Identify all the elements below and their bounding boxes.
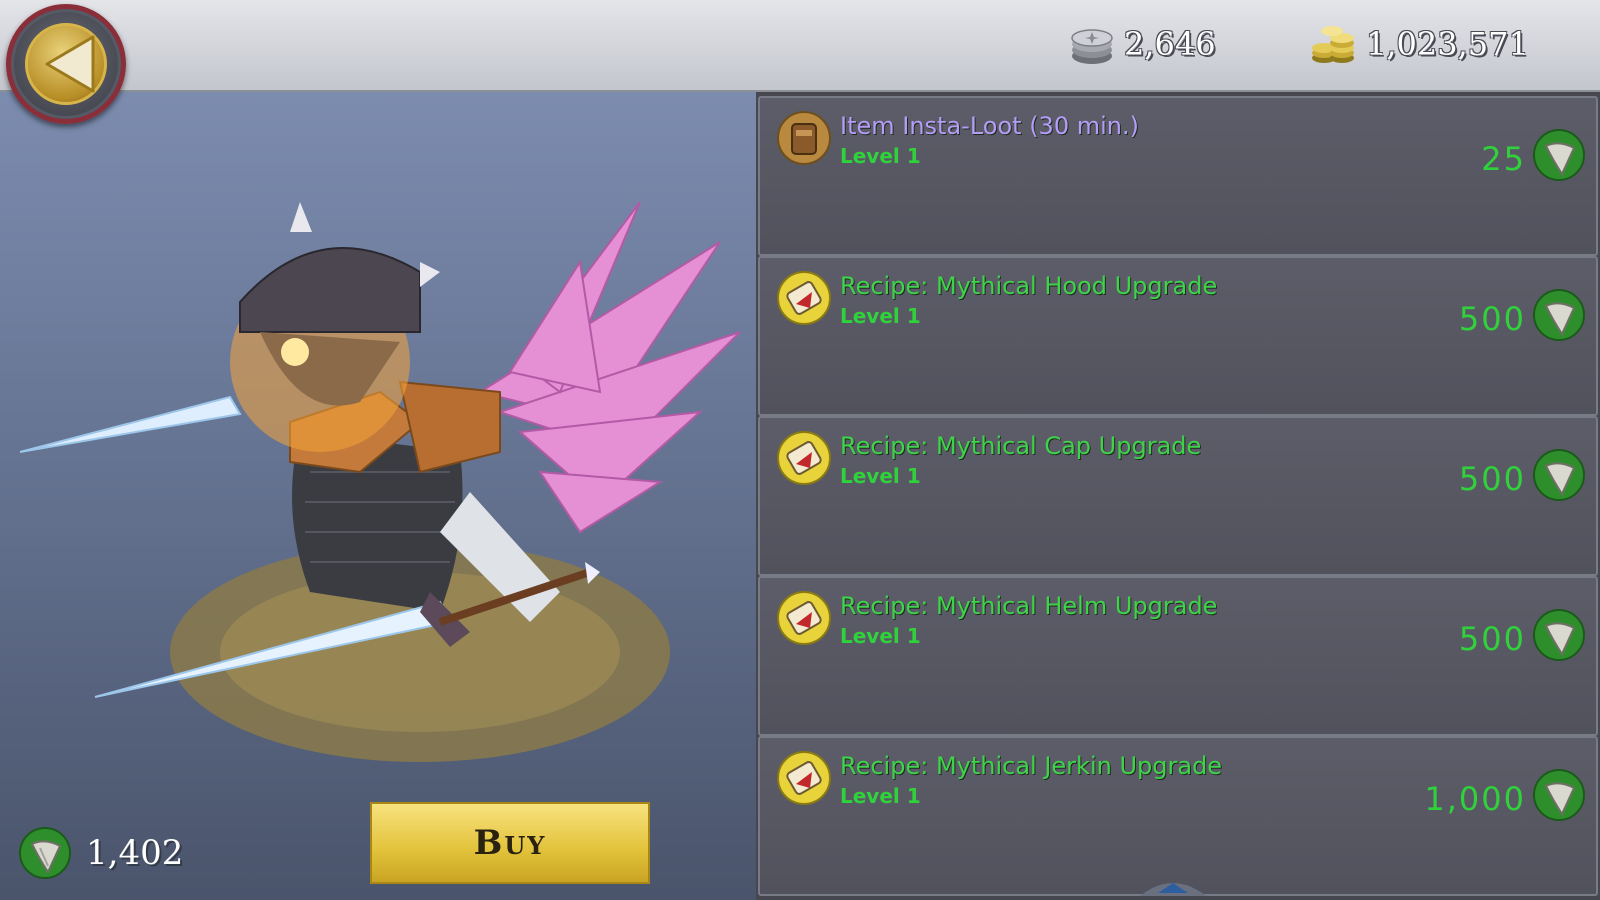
item-name: Recipe: Mythical Helm Upgrade [840,592,1218,620]
shark-tooth-icon [1533,289,1585,341]
shark-tooth-icon [1533,129,1585,181]
item-name: Recipe: Mythical Jerkin Upgrade [840,752,1223,780]
shop-item-row[interactable]: Recipe: Mythical Helm Upgrade Level 1 50… [758,576,1598,736]
shark-tooth-icon [19,827,71,879]
gold-coin-stack-icon [1312,26,1354,63]
back-arrow-icon [45,35,95,93]
character-preview-image [19,201,741,762]
item-price: 1,000 [1424,780,1526,818]
shark-tooth-icon [1533,449,1585,501]
item-preview-panel [0,92,756,900]
recipe-scroll-icon [777,591,831,645]
shop-item-row[interactable]: Recipe: Mythical Jerkin Upgrade Level 1 … [758,736,1598,896]
tooth-balance: 1,402 [18,826,183,880]
silver-coin-stack-icon [1071,29,1113,64]
scroll-down-arrow-icon[interactable] [1136,874,1210,898]
gold-currency: 1,023,571 [1310,22,1529,66]
shop-item-row[interactable]: Recipe: Mythical Cap Upgrade Level 1 500 [758,416,1598,576]
item-name: Recipe: Mythical Hood Upgrade [840,272,1218,300]
item-level: Level 1 [840,304,921,328]
tooth-balance-amount: 1,402 [86,833,184,873]
top-bar: 2,646 1,023,571 [0,0,1600,92]
buy-button[interactable]: Buy [370,802,650,884]
item-price: 500 [1458,620,1526,658]
silver-amount: 2,646 [1124,25,1216,63]
gold-amount: 1,023,571 [1366,25,1529,63]
item-level: Level 1 [840,464,921,488]
shop-item-row[interactable]: Item Insta-Loot (30 min.) Level 1 25 [758,96,1598,256]
silver-currency: 2,646 [1070,22,1216,66]
item-price: 25 [1481,140,1526,178]
back-button[interactable] [6,4,126,124]
shop-item-list: Item Insta-Loot (30 min.) Level 1 25 Rec… [756,92,1600,900]
recipe-scroll-icon [777,431,831,485]
item-level: Level 1 [840,144,921,168]
shop-item-row[interactable]: Recipe: Mythical Hood Upgrade Level 1 50… [758,256,1598,416]
item-price: 500 [1458,300,1526,338]
item-name: Recipe: Mythical Cap Upgrade [840,432,1202,460]
item-name: Item Insta-Loot (30 min.) [840,112,1139,140]
shark-tooth-icon [1533,769,1585,821]
recipe-scroll-icon [777,271,831,325]
item-level: Level 1 [840,784,921,808]
loot-bag-icon [777,111,831,165]
shark-tooth-icon [1533,609,1585,661]
item-level: Level 1 [840,624,921,648]
item-price: 500 [1458,460,1526,498]
recipe-scroll-icon [777,751,831,805]
